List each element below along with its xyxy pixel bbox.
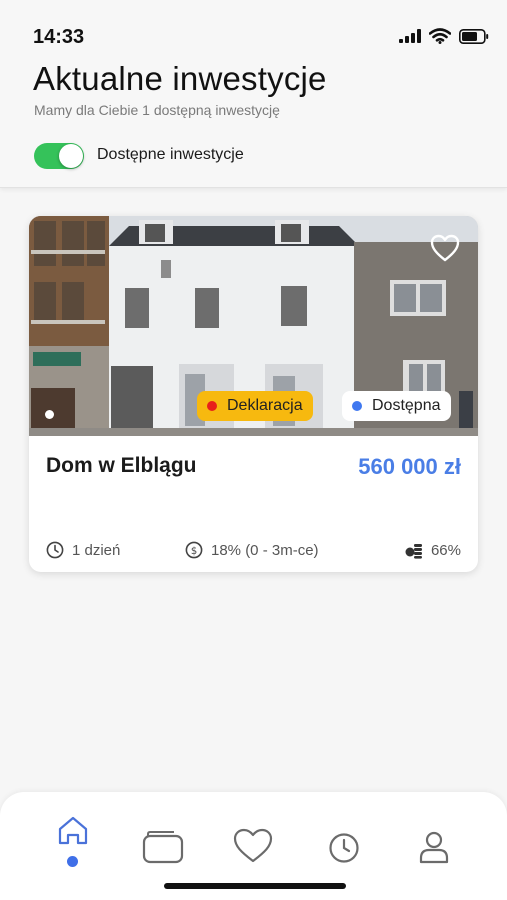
investment-price: 560 000 zł (358, 454, 461, 479)
badge-dot (207, 401, 217, 411)
badge-label: Dostępna (372, 397, 441, 414)
investment-card[interactable]: Deklaracja Dostępna Dom w Elblągu 560 00… (29, 216, 478, 572)
status-badge-available: Dostępna (342, 391, 451, 421)
badge-dot (352, 401, 362, 411)
carousel-dot[interactable] (45, 410, 54, 419)
meta-funded: 66% (405, 541, 461, 559)
coins-icon (405, 544, 422, 559)
meta-return-text: 18% (0 - 3m-ce) (211, 541, 319, 559)
available-investments-toggle[interactable] (34, 143, 84, 169)
toggle-label: Dostępne inwestycje (97, 146, 244, 163)
status-time: 14:33 (33, 26, 85, 48)
heart-icon[interactable] (233, 828, 273, 864)
investment-title: Dom w Elblągu (46, 454, 197, 477)
meta-funded-text: 66% (430, 541, 461, 559)
history-clock-icon[interactable] (328, 832, 360, 864)
wallet-icon[interactable] (142, 830, 184, 864)
badge-label: Deklaracja (227, 397, 303, 414)
meta-return: $ 18% (0 - 3m-ce) (185, 541, 319, 559)
status-badge-declaration: Deklaracja (197, 391, 313, 421)
wifi-icon (429, 28, 451, 44)
user-icon[interactable] (418, 830, 450, 864)
page-title: Aktualne inwestycje (33, 60, 327, 97)
toggle-knob (59, 144, 83, 168)
nav-active-indicator (67, 856, 78, 867)
meta-duration-text: 1 dzień (72, 541, 121, 559)
header: 14:33 Aktualne inwestycje Mamy dla Ciebi… (0, 0, 507, 188)
battery-icon (459, 28, 489, 44)
home-indicator (164, 883, 346, 889)
svg-text:$: $ (191, 546, 197, 557)
signal-icon (399, 29, 421, 43)
status-icons (399, 28, 489, 44)
favorite-heart-icon[interactable] (430, 234, 460, 262)
dollar-icon: $ (185, 541, 203, 559)
meta-duration: 1 dzień (46, 541, 120, 559)
page-subtitle: Mamy dla Ciebie 1 dostępną inwestycję (34, 102, 280, 118)
home-icon[interactable] (56, 814, 90, 848)
clock-icon (46, 541, 64, 559)
